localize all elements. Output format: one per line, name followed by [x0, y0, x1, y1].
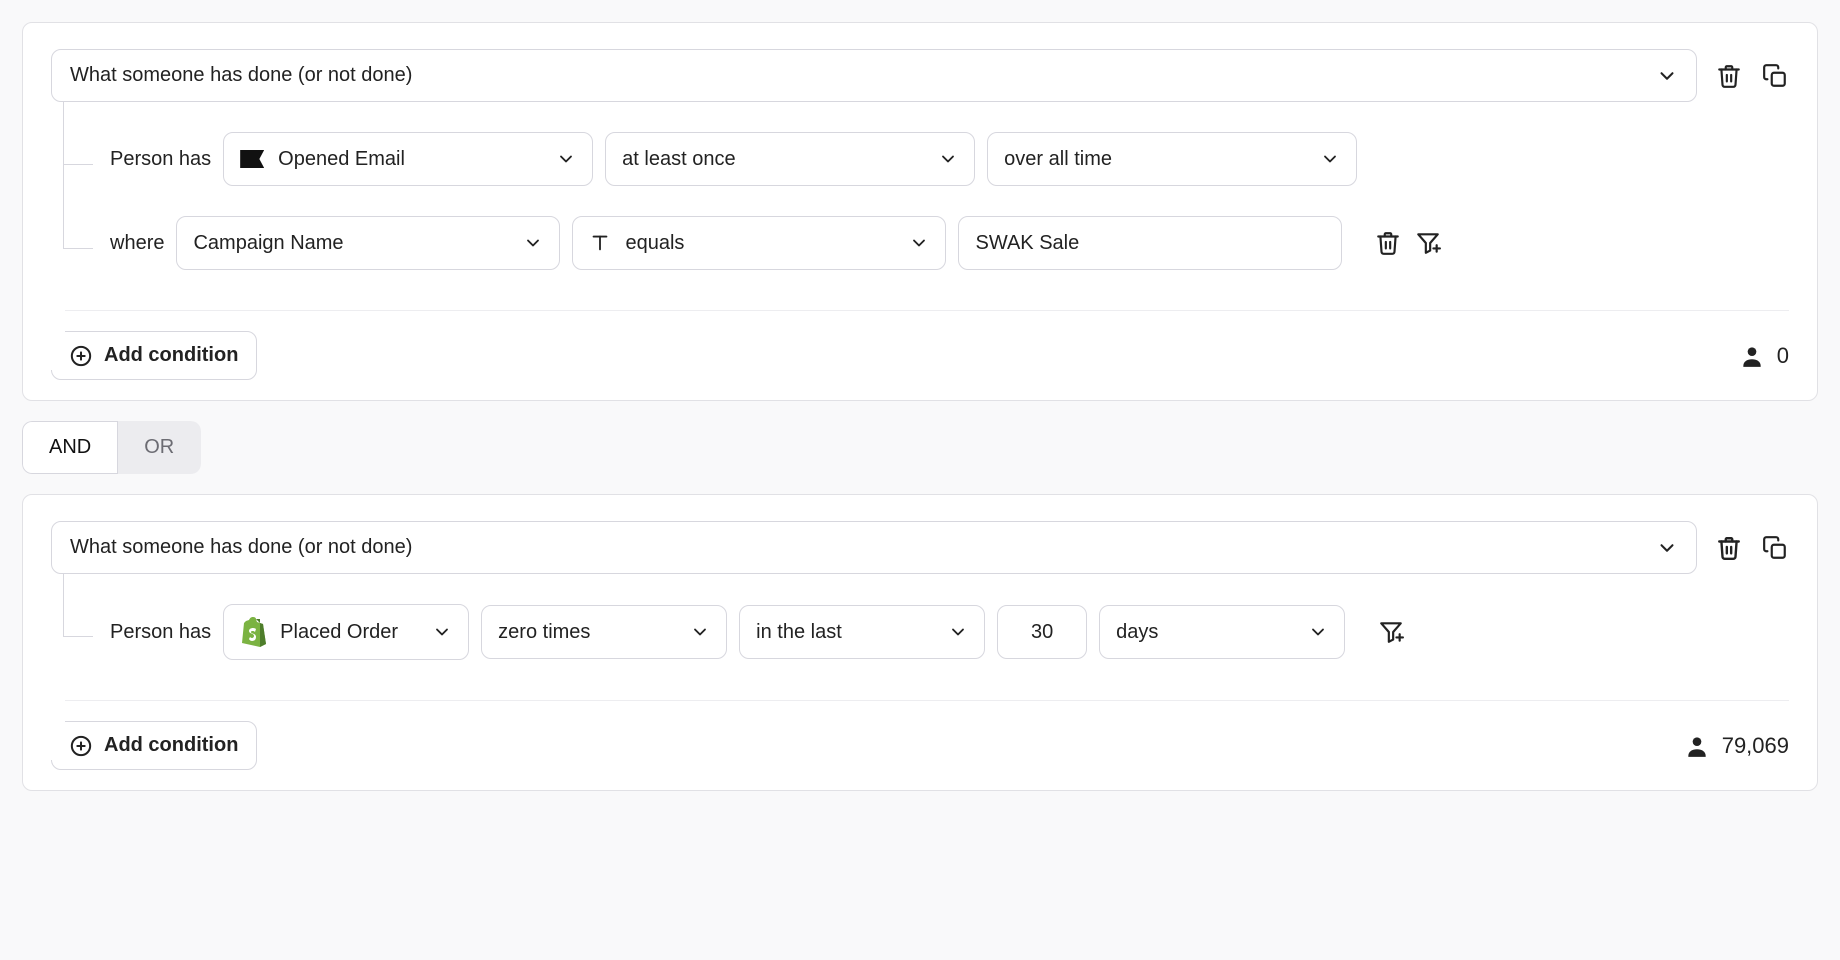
prefix-label: Person has [110, 148, 211, 171]
timeframe-select[interactable]: over all time [987, 132, 1357, 186]
text-type-icon [589, 232, 611, 254]
property-label: Campaign Name [193, 232, 343, 255]
frequency-label: at least once [622, 148, 735, 171]
shopify-icon [240, 617, 266, 647]
chevron-down-icon [432, 622, 452, 642]
value-input[interactable]: SWAK Sale [958, 216, 1342, 270]
condition-group-1: What someone has done (or not done) Pers… [22, 22, 1818, 401]
person-icon [1739, 343, 1765, 369]
condition-type-select[interactable]: What someone has done (or not done) [51, 521, 1697, 574]
frequency-select[interactable]: at least once [605, 132, 975, 186]
delete-filter-button[interactable] [1374, 229, 1402, 257]
delete-group-button[interactable] [1715, 62, 1743, 90]
condition-type-select[interactable]: What someone has done (or not done) [51, 49, 1697, 102]
plus-circle-icon [70, 735, 92, 757]
delete-group-button[interactable] [1715, 534, 1743, 562]
add-condition-label: Add condition [104, 734, 238, 757]
operator-label: equals [625, 232, 684, 255]
frequency-label: zero times [498, 621, 590, 644]
chevron-down-icon [1656, 537, 1678, 559]
condition-type-label: What someone has done (or not done) [70, 64, 412, 87]
timeframe-unit-select[interactable]: days [1099, 605, 1345, 659]
event-select[interactable]: Opened Email [223, 132, 593, 186]
count-value: 79,069 [1722, 733, 1789, 759]
chevron-down-icon [556, 149, 576, 169]
chevron-down-icon [948, 622, 968, 642]
timeframe-operator-select[interactable]: in the last [739, 605, 985, 659]
frequency-select[interactable]: zero times [481, 605, 727, 659]
property-select[interactable]: Campaign Name [176, 216, 560, 270]
prefix-label: where [110, 232, 164, 255]
timeframe-unit-label: days [1116, 621, 1158, 644]
group-count: 0 [1739, 343, 1789, 369]
timeframe-operator-label: in the last [756, 621, 842, 644]
chevron-down-icon [1320, 149, 1340, 169]
timeframe-label: over all time [1004, 148, 1112, 171]
timeframe-value-input[interactable]: 30 [997, 605, 1087, 659]
operator-select[interactable]: equals [572, 216, 946, 270]
chevron-down-icon [909, 233, 929, 253]
event-label: Placed Order [280, 621, 398, 644]
condition-type-label: What someone has done (or not done) [70, 536, 412, 559]
add-condition-button[interactable]: Add condition [51, 721, 257, 770]
logic-operator-toggle: AND OR [22, 421, 201, 474]
duplicate-group-button[interactable] [1761, 62, 1789, 90]
logic-and-button[interactable]: AND [22, 421, 118, 474]
timeframe-value: 30 [1031, 621, 1053, 644]
logic-or-button[interactable]: OR [118, 421, 201, 474]
condition-row-event: Person has Placed Order zero times [64, 574, 1789, 660]
add-filter-button[interactable] [1414, 229, 1442, 257]
value-text: SWAK Sale [975, 232, 1079, 255]
count-value: 0 [1777, 343, 1789, 369]
condition-group-2: What someone has done (or not done) Pers… [22, 494, 1818, 791]
condition-row-event: Person has Opened Email at least once [64, 102, 1789, 186]
chevron-down-icon [523, 233, 543, 253]
chevron-down-icon [938, 149, 958, 169]
chevron-down-icon [690, 622, 710, 642]
condition-row-filter: where Campaign Name equals [64, 186, 1789, 270]
duplicate-group-button[interactable] [1761, 534, 1789, 562]
event-label: Opened Email [278, 148, 405, 171]
plus-circle-icon [70, 345, 92, 367]
group-count: 79,069 [1684, 733, 1789, 759]
person-icon [1684, 733, 1710, 759]
email-icon [240, 150, 264, 168]
chevron-down-icon [1308, 622, 1328, 642]
event-select[interactable]: Placed Order [223, 604, 469, 660]
prefix-label: Person has [110, 621, 211, 644]
add-condition-button[interactable]: Add condition [51, 331, 257, 380]
chevron-down-icon [1656, 65, 1678, 87]
add-condition-label: Add condition [104, 344, 238, 367]
add-filter-button[interactable] [1377, 618, 1405, 646]
